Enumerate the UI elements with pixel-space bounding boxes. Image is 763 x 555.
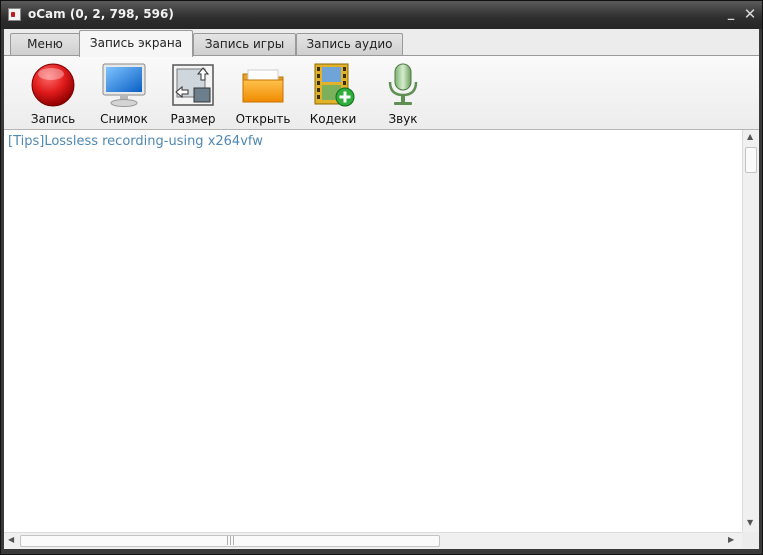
toolbar: Запись Снимок Размер Открыть Кодеки Звук [4,55,759,130]
sound-label: Звук [388,112,418,126]
open-button[interactable]: Открыть [228,62,298,128]
tab-bar: Меню Запись экрана Запись игры Запись ау… [4,29,759,57]
scrollbar-corner [742,532,759,549]
tab-menu[interactable]: Меню [10,33,80,56]
close-button[interactable]: ✕ [743,6,757,22]
tab-audio-recording[interactable]: Запись аудио [296,33,403,56]
window-title: oCam (0, 2, 798, 596) [28,7,174,21]
app-logo-icon [8,8,21,21]
minimize-button[interactable]: _ [724,6,738,22]
vertical-scrollbar[interactable]: ▲ ▼ [742,130,759,532]
tab-game-recording[interactable]: Запись игры [193,33,296,56]
film-add-icon [314,63,355,107]
folder-icon [242,69,284,103]
tip-text: [Tips]Lossless recording-using x264vfw [8,134,263,149]
resize-icon [172,64,214,106]
snapshot-label: Снимок [100,112,148,126]
record-label: Запись [30,112,76,126]
codecs-button[interactable]: Кодеки [298,62,368,128]
snapshot-button[interactable]: Снимок [89,62,159,128]
title-bar[interactable]: oCam (0, 2, 798, 596) _ ✕ [1,1,762,29]
app-window: oCam (0, 2, 798, 596) _ ✕ Меню Запись эк… [0,0,763,555]
scroll-up-icon[interactable]: ▲ [747,132,753,141]
scroll-down-icon[interactable]: ▼ [747,518,753,527]
vertical-scroll-thumb[interactable] [745,147,757,173]
record-button[interactable]: Запись [18,62,88,128]
codecs-label: Кодеки [309,112,357,126]
microphone-icon [388,63,418,105]
log-text-area[interactable]: [Tips]Lossless recording-using x264vfw ▲… [4,130,759,532]
sound-button[interactable]: Звук [368,62,438,128]
scroll-left-icon[interactable]: ◀ [8,535,14,544]
tab-screen-recording[interactable]: Запись экрана [79,30,193,57]
resize-button[interactable]: Размер [158,62,228,128]
monitor-icon [102,63,146,107]
scroll-right-icon[interactable]: ▶ [728,535,734,544]
horizontal-scrollbar[interactable]: ◀ ||| ▶ [4,532,759,549]
resize-label: Размер [170,112,216,126]
open-label: Открыть [235,112,291,126]
horizontal-scroll-thumb[interactable]: ||| [20,535,440,547]
grip-icon: ||| [226,536,236,546]
record-icon [31,63,75,107]
